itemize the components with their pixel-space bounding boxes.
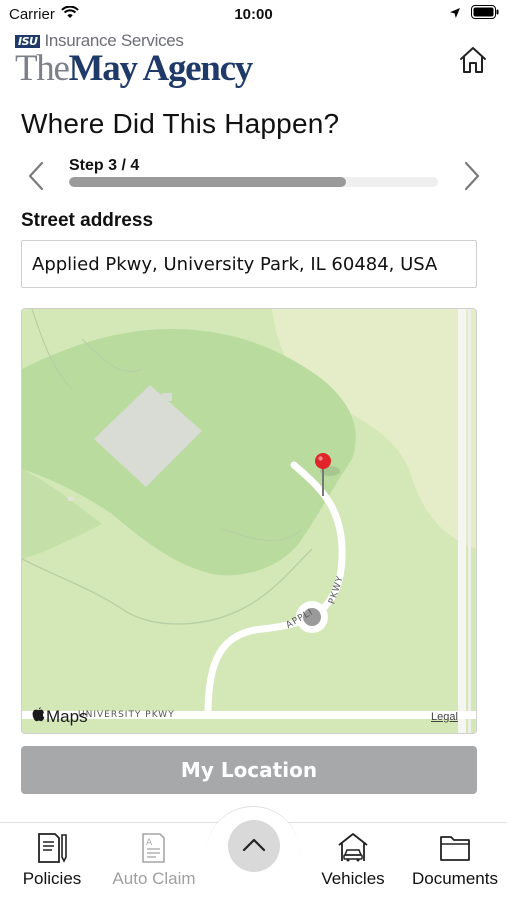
apple-logo-icon [32, 707, 45, 727]
claim-form-icon: A [138, 831, 170, 865]
logo-name: May Agency [68, 48, 254, 89]
tab-label: Documents [412, 869, 498, 888]
map-view[interactable]: PKWY APPLIED UNIVERSITY PKWY Maps Legal [21, 308, 477, 734]
street-label-university: UNIVERSITY PKWY [78, 710, 175, 720]
previous-step-button[interactable] [22, 160, 50, 196]
home-button[interactable] [455, 44, 491, 80]
street-address-input[interactable] [21, 240, 477, 288]
step-progress-bar [69, 177, 438, 187]
tab-label: Auto Claim [112, 869, 196, 888]
tab-auto-claim[interactable]: A Auto Claim [104, 823, 204, 900]
status-right [449, 5, 499, 24]
location-arrow-icon [449, 6, 461, 24]
legal-link[interactable]: Legal [431, 711, 458, 723]
tab-vehicles[interactable]: Vehicles [314, 823, 392, 900]
street-address-label: Street address [21, 210, 154, 231]
expand-menu-button[interactable] [228, 820, 280, 872]
my-location-button[interactable]: My Location [21, 746, 477, 794]
folder-icon [438, 831, 472, 865]
chevron-left-icon [27, 161, 45, 196]
tab-policies[interactable]: Policies [14, 823, 90, 900]
battery-icon [471, 5, 499, 24]
page-title: Where Did This Happen? [21, 108, 340, 139]
logo-badge: ISU [15, 34, 41, 48]
step-progress-fill [69, 177, 346, 187]
next-step-button[interactable] [458, 160, 486, 196]
logo-the: The [15, 48, 70, 89]
tab-label: Vehicles [321, 869, 385, 888]
status-time: 10:00 [234, 6, 273, 23]
car-garage-icon [336, 831, 370, 865]
maps-attribution-text: Maps [46, 707, 88, 726]
status-bar: Carrier 10:00 [0, 0, 507, 28]
home-icon [458, 45, 488, 80]
tab-documents[interactable]: Documents [406, 823, 504, 900]
map-terrain [22, 309, 476, 733]
svg-text:A: A [146, 838, 153, 848]
logo-wordmark: TheMay Agency [15, 49, 255, 89]
map-pin-icon [313, 452, 333, 498]
brand-logo: ISU Insurance Services TheMay Agency [15, 31, 255, 92]
chevron-up-icon [242, 838, 266, 855]
policy-document-icon [35, 831, 69, 865]
apple-maps-attribution: Maps [32, 707, 88, 727]
step-indicator: Step 3 / 4 [69, 157, 140, 174]
tab-label: Policies [22, 869, 82, 888]
chevron-right-icon [463, 161, 481, 196]
